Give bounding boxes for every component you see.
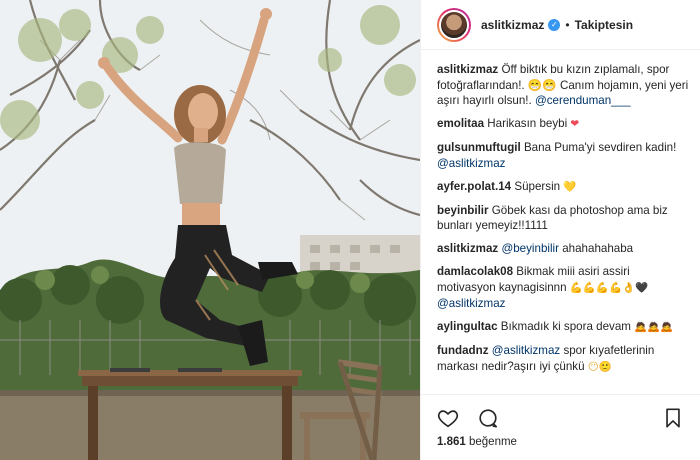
comment-username[interactable]: emolitaa	[437, 117, 484, 130]
face-emoji: 😶🙂	[587, 360, 612, 373]
comment-username[interactable]: gulsunmuftugil	[437, 141, 521, 154]
post-header: aslitkizmaz ✓ • Takiptesin	[421, 0, 700, 50]
post-actions	[421, 394, 700, 442]
comment: aylingultac Bıkmadık ki spora devam 🙇🙇🙇	[437, 319, 690, 336]
verified-badge-icon: ✓	[548, 18, 561, 31]
following-button[interactable]: Takiptesin	[575, 18, 633, 32]
comment-username[interactable]: aslitkizmaz	[437, 242, 498, 255]
likes-number: 1.861	[437, 436, 466, 448]
heart-icon[interactable]	[437, 407, 459, 429]
comment-mention[interactable]: @aslitkizmaz	[437, 297, 505, 310]
comment-text: Harikasın beybi	[487, 117, 571, 130]
comment: beyinbilir Göbek kası da photoshop ama b…	[437, 203, 690, 234]
comment: aslitkizmaz Öff biktık bu kızın zıplamal…	[437, 62, 690, 109]
comment: emolitaa Harikasın beybi ❤	[437, 116, 690, 133]
comment: fundadnz @aslitkizmaz spor kıyafetlerini…	[437, 343, 690, 375]
comment: damlacolak08 Bikmak miii asiri assiri mo…	[437, 264, 690, 312]
post-username[interactable]: aslitkizmaz	[481, 18, 544, 32]
comment-username[interactable]: ayfer.polat.14	[437, 180, 511, 193]
comment-text: Bana Puma'yi sevdiren kadin!	[523, 141, 677, 154]
comment-text: ahahahahaba	[558, 242, 634, 255]
comment-mention[interactable]: @cerenduman___	[535, 94, 631, 107]
comment-username[interactable]: fundadnz	[437, 344, 489, 357]
likes-label: beğenme	[468, 436, 517, 448]
muscle-emoji: 💪💪💪💪👌🖤	[569, 281, 649, 294]
comment-mention[interactable]: @aslitkizmaz	[492, 344, 560, 357]
instagram-post: aslitkizmaz ✓ • Takiptesin aslitkizmaz Ö…	[0, 0, 700, 460]
yellow-heart-emoji: 💛	[563, 180, 577, 193]
comment-username[interactable]: damlacolak08	[437, 265, 513, 278]
bookmark-icon[interactable]	[662, 407, 684, 429]
comments-list[interactable]: aslitkizmaz Öff biktık bu kızın zıplamal…	[437, 62, 690, 380]
comment-mention[interactable]: @aslitkizmaz	[437, 157, 505, 170]
comment: ayfer.polat.14 Süpersin 💛	[437, 179, 690, 196]
comment-text: Bıkmadık ki spora devam	[500, 320, 635, 333]
bowing-emoji: 🙇🙇🙇	[634, 321, 674, 333]
avatar[interactable]	[437, 7, 471, 42]
comment-text: Süpersin	[514, 179, 564, 193]
comment-username[interactable]: aylingultac	[437, 320, 498, 333]
post-photo[interactable]	[0, 0, 420, 460]
post-side-panel: aslitkizmaz ✓ • Takiptesin aslitkizmaz Ö…	[420, 0, 700, 460]
comment-username[interactable]: aslitkizmaz	[437, 63, 498, 76]
comment-mention[interactable]: @beyinbilir	[501, 242, 559, 255]
red-heart-emoji: ❤	[570, 118, 580, 130]
comment-username[interactable]: beyinbilir	[437, 204, 489, 217]
separator-dot: •	[565, 17, 570, 32]
comment-bubble-icon[interactable]	[477, 407, 499, 429]
photo-illustration	[0, 0, 420, 460]
likes-count[interactable]: 1.861 beğenme	[437, 436, 517, 448]
comment: aslitkizmaz @beyinbilir ahahahahaba	[437, 241, 690, 257]
comment: gulsunmuftugil Bana Puma'yi sevdiren kad…	[437, 140, 690, 171]
